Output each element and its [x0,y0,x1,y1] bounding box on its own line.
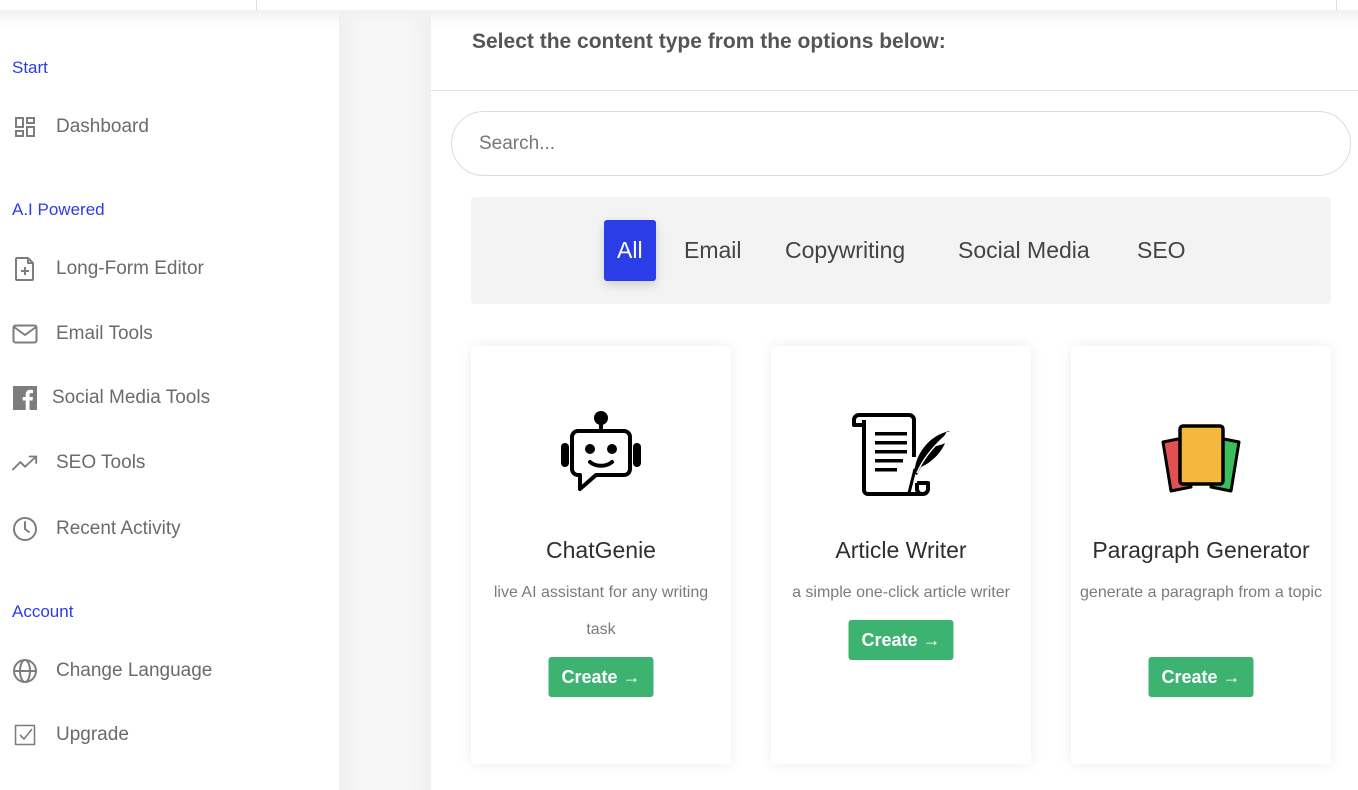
cards-icon [1071,408,1331,508]
create-button[interactable]: Create → [548,657,654,697]
sidebar-item-label: Change Language [56,660,213,681]
page-heading: Select the content type from the options… [472,30,946,53]
create-button[interactable]: Create → [1148,657,1254,697]
sidebar-section-ai-powered: A.I Powered [12,200,105,219]
tool-card-article-writer[interactable]: Article Writer a simple one-click articl… [771,346,1031,764]
dashboard-icon [12,114,38,140]
sidebar-item-label: Long-Form Editor [56,258,204,279]
card-description: live AI assistant for any writing task [493,584,709,638]
card-title: Paragraph Generator [1092,537,1310,563]
card-description: a simple one-click article writer [792,584,1010,601]
robot-chat-icon [471,404,731,504]
sidebar-item-label: Social Media Tools [52,387,211,408]
sidebar-item-label: Upgrade [56,724,129,745]
filter-tab-social-media[interactable]: Social Media [958,220,1090,281]
filter-tab-all[interactable]: All [604,220,656,281]
top-bar [0,0,1358,10]
trending-up-icon [12,450,38,476]
create-button[interactable]: Create → [848,620,954,660]
sidebar-section-account: Account [12,602,74,621]
clock-icon [12,516,38,542]
card-title: Article Writer [835,537,967,563]
scroll-quill-icon [771,404,1031,504]
sidebar-item-recent-activity[interactable]: Recent Activity [12,514,181,544]
search-input[interactable] [451,111,1351,176]
main-content: Select the content type from the options… [431,10,1358,790]
checkbox-icon [12,722,38,748]
tool-card-chatgenie[interactable]: ChatGenie live AI assistant for any writ… [471,346,731,764]
sidebar-item-upgrade[interactable]: Upgrade [12,720,129,750]
sidebar-item-seo-tools[interactable]: SEO Tools [12,448,145,478]
filter-tab-copywriting[interactable]: Copywriting [785,220,905,281]
tool-card-paragraph-generator[interactable]: Paragraph Generator generate a paragraph… [1071,346,1331,764]
sidebar-item-change-language[interactable]: Change Language [12,656,212,686]
sidebar-item-label: Recent Activity [56,518,181,539]
content-gutter [339,10,431,790]
sidebar-item-dashboard[interactable]: Dashboard [12,112,149,142]
top-bar-divider [1336,0,1337,10]
card-description: generate a paragraph from a topic [1080,584,1322,601]
globe-icon [12,658,38,684]
sidebar: Start Dashboard A.I Powered Long-Form Ed… [0,10,339,790]
sidebar-item-label: Dashboard [56,116,149,137]
top-bar-divider [256,0,257,10]
sidebar-section-start: Start [12,58,48,77]
file-plus-icon [12,256,38,282]
filter-bar: All Email Copywriting Social Media SEO [471,197,1331,304]
filter-tab-email[interactable]: Email [684,220,742,281]
sidebar-item-social-media-tools[interactable]: Social Media Tools [12,383,210,413]
divider [431,90,1358,91]
filter-tab-seo[interactable]: SEO [1137,220,1186,281]
sidebar-item-label: SEO Tools [56,452,146,473]
card-title: ChatGenie [546,537,656,563]
mail-icon [12,321,38,347]
sidebar-item-long-form-editor[interactable]: Long-Form Editor [12,254,204,284]
facebook-icon [12,385,38,411]
sidebar-item-label: Email Tools [56,323,153,344]
sidebar-item-email-tools[interactable]: Email Tools [12,319,153,349]
